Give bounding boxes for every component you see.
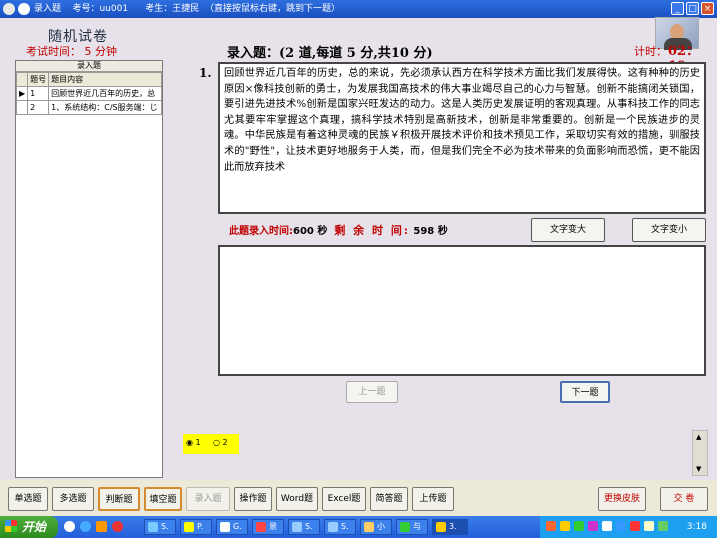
tray-icon[interactable] <box>574 521 584 531</box>
table-row[interactable]: 2 1、系统结构：C/S服务端：じ <box>16 100 162 115</box>
tab-single-choice[interactable]: 单选题 <box>8 487 48 511</box>
close-button[interactable]: × <box>701 2 714 15</box>
prev-question-button[interactable]: 上一题 <box>346 381 398 403</box>
font-bigger-button[interactable]: 文字变大 <box>531 218 605 242</box>
taskbar-item[interactable]: P. <box>180 519 212 535</box>
app-icon[interactable] <box>112 521 123 532</box>
taskbar-item[interactable]: 与 <box>396 519 428 535</box>
table-cell-no: 1 <box>27 86 50 101</box>
windows-logo-icon <box>5 520 17 532</box>
table-cell-content: 回顾世界近几百年的历史，总 <box>48 86 162 101</box>
network-icon[interactable] <box>658 521 668 531</box>
tab-short-answer[interactable]: 简答题 <box>370 487 408 511</box>
question-number: 1. <box>199 66 212 80</box>
maximize-button[interactable]: □ <box>686 2 699 15</box>
volume-icon[interactable] <box>644 521 654 531</box>
table-row[interactable]: ▶ 1 回顾世界近几百年的历史，总 <box>16 86 162 101</box>
tab-true-false[interactable]: 判断题 <box>98 487 140 511</box>
ie-icon[interactable] <box>80 521 91 532</box>
window-title-bar: 录入题 考号：uu001 考生：王捷民 （直接按鼠标右键，跳到下一题） _ □ … <box>0 0 717 18</box>
column-header-content: 题目内容 <box>48 72 162 87</box>
column-header-no: 题号 <box>27 72 50 87</box>
tab-excel[interactable]: Excel题 <box>322 487 366 511</box>
tab-operation[interactable]: 操作题 <box>234 487 272 511</box>
row-indicator-header <box>16 72 29 87</box>
submit-exam-button[interactable]: 交 卷 <box>660 487 708 511</box>
entry-time-value: 600 秒 <box>293 226 328 237</box>
tray-icon[interactable] <box>588 521 598 531</box>
taskbar-item[interactable]: S. <box>288 519 320 535</box>
tab-typing[interactable]: 录入题 <box>186 487 230 511</box>
minimize-button[interactable]: _ <box>671 2 684 15</box>
font-smaller-button[interactable]: 文字变小 <box>632 218 706 242</box>
system-tray: 3:18 <box>540 516 717 538</box>
tray-icon[interactable] <box>546 521 556 531</box>
entry-time-label: 此题录入时间: <box>229 226 293 237</box>
start-label: 开始 <box>22 520 47 534</box>
tab-word[interactable]: Word题 <box>276 487 318 511</box>
timing-line: 此题录入时间:600 秒 剩 余 时 间: 598 秒 <box>229 222 448 238</box>
page-radio-1[interactable]: ◉ 1 <box>186 438 201 447</box>
change-skin-button[interactable]: 更换皮肤 <box>598 487 646 511</box>
vertical-scrollbar[interactable]: ▲ ▼ <box>692 430 708 476</box>
question-passage: 回顾世界近几百年的历史，总的来说，先必须承认西方在科学技术方面比我们发展得快。这… <box>218 62 706 214</box>
app-icon <box>3 3 15 15</box>
tray-icon[interactable] <box>560 521 570 531</box>
scroll-down-icon[interactable]: ▼ <box>696 465 701 473</box>
tray-icon[interactable] <box>630 521 640 531</box>
exam-duration: 考试时间： 5 分钟 <box>26 45 117 58</box>
taskbar-item[interactable]: S. <box>324 519 356 535</box>
row-indicator-icon: ▶ <box>16 86 29 101</box>
question-grid[interactable]: 录入题 题号 题目内容 ▶ 1 回顾世界近几百年的历史，总 2 1、系统结构：C… <box>15 60 163 478</box>
media-icon[interactable] <box>96 521 107 532</box>
remaining-value: 598 秒 <box>413 226 448 237</box>
remaining-label: 剩 余 时 间: <box>334 224 410 237</box>
grid-title: 录入题 <box>16 61 162 72</box>
help-icon[interactable] <box>18 3 30 15</box>
tab-upload[interactable]: 上传题 <box>412 487 454 511</box>
tray-icon[interactable] <box>602 521 612 531</box>
start-button[interactable]: 开始 <box>0 516 58 538</box>
answer-input[interactable] <box>218 245 706 376</box>
taskbar-item[interactable]: G. <box>216 519 248 535</box>
tray-icon[interactable] <box>616 521 626 531</box>
taskbar-item[interactable]: 小 <box>360 519 392 535</box>
table-cell-no: 2 <box>27 100 50 115</box>
quick-launch-icon[interactable] <box>64 521 75 532</box>
row-indicator-icon <box>16 100 29 115</box>
taskbar-item[interactable]: 景 <box>252 519 284 535</box>
next-question-button[interactable]: 下一题 <box>560 381 610 403</box>
taskbar-item-active[interactable]: 3. <box>432 519 468 535</box>
quick-launch <box>64 519 124 535</box>
table-cell-content: 1、系统结构：C/S服务端：じ <box>48 100 162 115</box>
clock[interactable]: 3:18 <box>687 516 707 538</box>
window-title-text: 录入题 考号：uu001 考生：王捷民 （直接按鼠标右键，跳到下一题） <box>34 4 340 14</box>
question-table: 题号 题目内容 ▶ 1 回顾世界近几百年的历史，总 2 1、系统结构：C/S服务… <box>16 72 162 115</box>
question-heading: 录入题：(2 道,每道 5 分,共10 分) <box>227 46 433 61</box>
taskbar-item[interactable]: S. <box>144 519 176 535</box>
page-radio-2[interactable]: ○ 2 <box>213 438 228 447</box>
timer-label: 计时： <box>634 45 667 58</box>
scroll-up-icon[interactable]: ▲ <box>696 433 701 441</box>
tab-fill-blank[interactable]: 填空题 <box>144 487 182 511</box>
question-pager: ◉ 1 ○ 2 <box>183 434 239 454</box>
tab-multi-choice[interactable]: 多选题 <box>52 487 94 511</box>
